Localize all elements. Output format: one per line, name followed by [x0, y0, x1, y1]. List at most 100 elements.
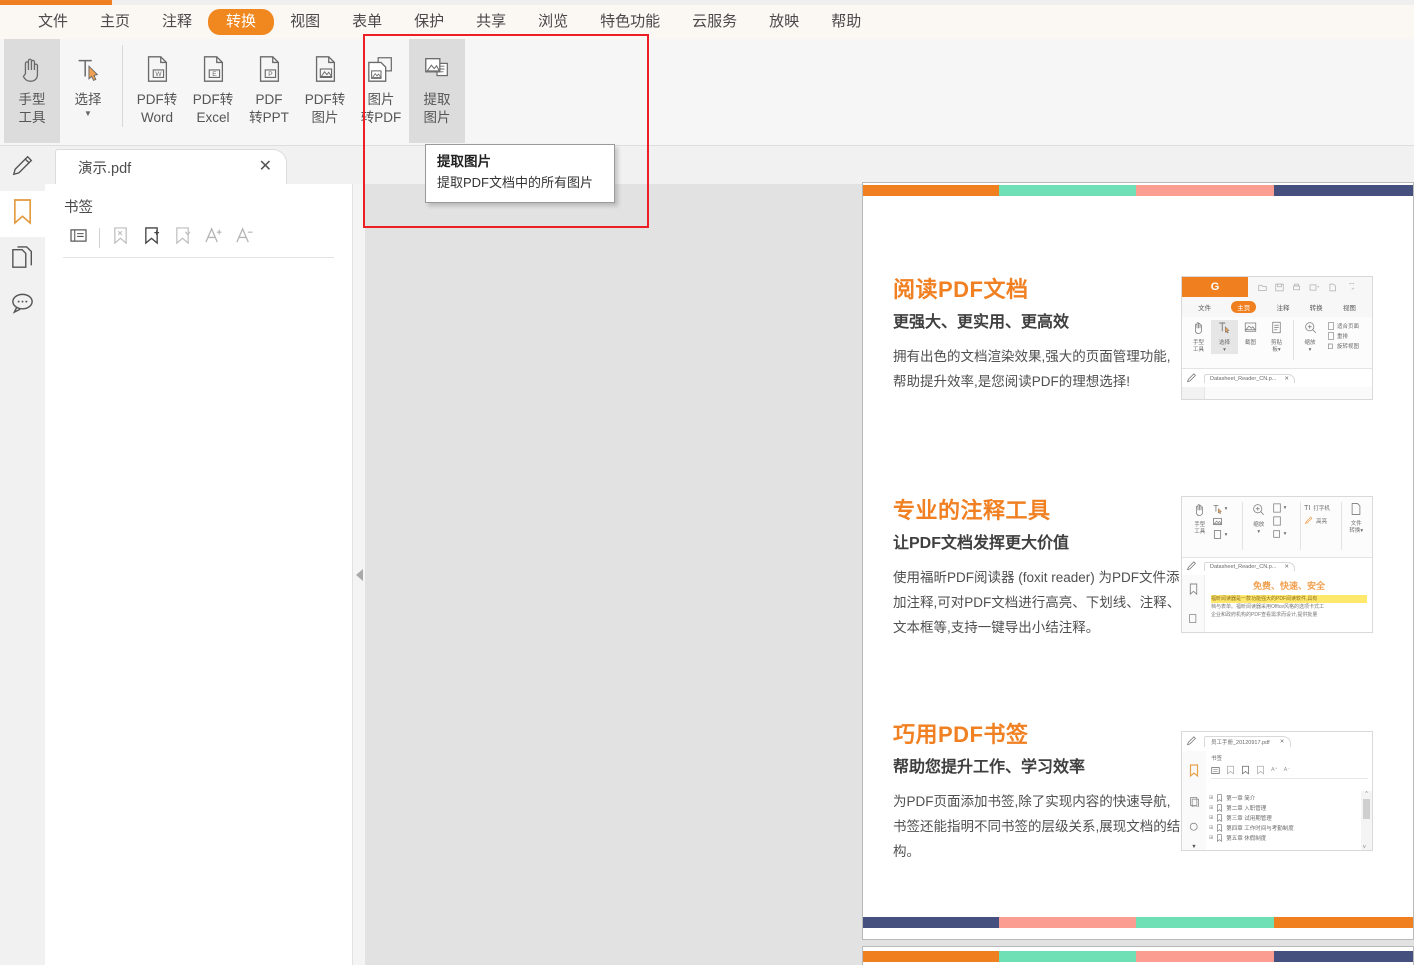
shot1-clipboard-tool: 剪贴 板▾ — [1263, 320, 1290, 354]
bookmark-tool-decrease-font[interactable] — [229, 224, 260, 252]
new-page-icon — [1329, 283, 1336, 291]
extract-image-icon — [422, 47, 452, 91]
ribbon-button-label: PDF转 — [304, 92, 346, 107]
reader-home-ribbon-screenshot: G 文件 主页 注释 转换 视图 手型 工具 选择 ▾ 截图 剪贴 板▾ 缩放 … — [1181, 276, 1373, 400]
chevron-down-icon[interactable]: ▼ — [84, 110, 92, 118]
bookmark-icon — [1217, 824, 1223, 832]
pen-edit-icon — [11, 154, 35, 183]
bookmark-tool-increase-font[interactable] — [198, 224, 229, 252]
bookmark-tool-delete-bookmark[interactable] — [105, 224, 136, 252]
shot1-hand-label: 手型 工具 — [1192, 340, 1204, 353]
comments-icon — [10, 291, 35, 321]
shot3-entry-row: ⊞ 第三章 试用期管理 — [1209, 814, 1359, 822]
bookmark-icon — [1189, 764, 1199, 778]
bookmark-icon — [1189, 583, 1197, 596]
extract-image-tooltip: 提取图片 提取PDF文档中的所有图片 — [425, 144, 615, 203]
ribbon-button-extract-image[interactable]: 提取 图片 — [409, 39, 465, 143]
shot2-doc-line1: 福昕阅读器是一款功能强大的PDF阅读软件,具有 — [1211, 595, 1367, 603]
ribbon-button-label: 手型 — [18, 92, 46, 107]
file-tab[interactable]: 演示.pdf ✕ — [55, 149, 287, 184]
bookmark-panel-title: 书签 — [64, 200, 93, 216]
highlight-icon — [1304, 516, 1313, 525]
ribbon-button-select-text[interactable]: 选择 ▼ — [60, 39, 116, 143]
expand-icon: ⊞ — [1209, 805, 1214, 811]
shot1-select-tool: 选择 ▾ — [1211, 320, 1238, 354]
menu-item-1[interactable]: 主页 — [84, 9, 146, 35]
pen-edit-icon — [1186, 736, 1196, 746]
shot2-filetab-close: ✕ — [1284, 564, 1289, 570]
shot1-filetab-close: ✕ — [1284, 375, 1289, 382]
select-text-icon — [1213, 504, 1222, 514]
shot1-zoom-caret: ▾ — [1308, 347, 1312, 353]
menu-item-10[interactable]: 云服务 — [676, 9, 753, 35]
shot2-filetab-row: Datasheet_Reader_CN.p... ✕ — [1182, 558, 1372, 575]
ribbon-button-label: 提取 — [423, 92, 451, 107]
snapshot-icon — [1212, 517, 1222, 526]
clipboard-icon — [1272, 321, 1281, 334]
menu-item-9[interactable]: 特色功能 — [584, 9, 676, 35]
ribbon-button-pdf-to-image[interactable]: PDF转 图片 — [297, 39, 353, 143]
close-icon[interactable]: ✕ — [259, 159, 272, 175]
page-top-color-bar — [863, 185, 1413, 196]
menu-item-2[interactable]: 注释 — [146, 9, 208, 35]
pen-edit-icon — [1186, 561, 1196, 571]
shot2-doc-preview: 免费、快速、安全 福昕阅读器是一款功能强大的PDF阅读软件,具有 档与表单。福昕… — [1205, 575, 1372, 619]
ribbon-button-pdf-to-word[interactable]: W PDF转 Word — [129, 39, 185, 143]
ribbon-button-label-2: Excel — [196, 110, 230, 125]
panel-collapse-handle[interactable] — [353, 184, 365, 965]
shot2-highlight-label: 高亮 — [1316, 518, 1328, 525]
delete-bookmark-icon — [1227, 765, 1234, 775]
shot1-ri-2: 旋转视图 — [1337, 344, 1360, 350]
shot2-convert-label: 文件 转换▾ — [1349, 521, 1364, 534]
ribbon-button-pdf-to-ppt[interactable]: P PDF 转PPT — [241, 39, 297, 143]
bookmark-tool-add-bookmark[interactable] — [136, 224, 167, 252]
ribbon-separator — [122, 45, 123, 127]
increase-font-icon — [204, 226, 223, 250]
shot1-tab-3: 转换 — [1309, 305, 1323, 312]
menu-item-7[interactable]: 共享 — [460, 9, 522, 35]
menu-item-12[interactable]: 帮助 — [815, 9, 877, 35]
ribbon-button-image-to-pdf[interactable]: 图片 转PDF — [353, 39, 409, 143]
pdf-page-2 — [862, 946, 1414, 965]
color-bar-segment-2 — [1135, 917, 1275, 928]
foxit-logo-icon: G — [1182, 277, 1248, 297]
page-bottom-color-bar — [863, 917, 1413, 928]
bookmark-tool-bookmark-options[interactable] — [167, 224, 198, 252]
menu-item-5[interactable]: 表单 — [336, 9, 398, 35]
menu-item-3[interactable]: 转换 — [208, 9, 275, 35]
menu-item-0[interactable]: 文件 — [22, 9, 84, 35]
shot1-snapshot-label: 截图 — [1244, 340, 1256, 346]
bookmark-toolbar — [45, 221, 352, 255]
shot3-entry-label: 第一章 简介 — [1226, 796, 1256, 802]
rail-pen-edit[interactable] — [0, 146, 45, 191]
rail-pages[interactable] — [0, 237, 45, 283]
bookmark-tool-list-view[interactable] — [63, 224, 94, 252]
ribbon-button-hand-tool[interactable]: 手型 工具 — [4, 39, 60, 143]
ribbon-button-pdf-to-excel[interactable]: E PDF转 Excel — [185, 39, 241, 143]
pages-icon — [1188, 614, 1196, 623]
shot1-tab-2: 注释 — [1276, 305, 1290, 312]
rail-bookmark[interactable] — [0, 191, 45, 237]
image-to-pdf-icon — [366, 47, 396, 91]
add-bookmark-icon — [143, 226, 160, 250]
shot2-convert-tool: 文件 转换▾ — [1344, 502, 1368, 535]
file-tab-label: 演示.pdf — [78, 160, 132, 177]
bookmark-icon — [1217, 804, 1223, 812]
shot3-entry-row: ⊞ 第一章 简介 — [1209, 794, 1359, 802]
shot2-select-group: ▾ ▾ — [1212, 502, 1240, 540]
menu-item-6[interactable]: 保护 — [398, 9, 460, 35]
reflow-icon — [1328, 332, 1334, 340]
shot3-entry-row: ⊞ 第五章 休假制度 — [1209, 834, 1359, 842]
menu-item-8[interactable]: 浏览 — [522, 9, 584, 35]
rail-comments[interactable] — [0, 283, 45, 329]
color-bar-segment-0 — [863, 951, 1000, 962]
bookmark-icon — [11, 198, 34, 230]
menu-item-11[interactable]: 放映 — [753, 9, 815, 35]
ribbon-button-label-2: 转PDF — [360, 110, 402, 125]
menu-item-4[interactable]: 视图 — [274, 9, 336, 35]
shot3-scrollbar[interactable]: ^ v — [1361, 791, 1372, 850]
shot1-tab-0: 文件 — [1198, 305, 1212, 312]
zoom-in-icon — [1253, 504, 1265, 516]
bookmarks-panel-screenshot: 员工手册_20120917.pdf ✕ 书签 A⁺ A⁻ ▼ ⊞ 第一章 简介 … — [1181, 731, 1373, 851]
list-view-icon — [70, 228, 87, 248]
